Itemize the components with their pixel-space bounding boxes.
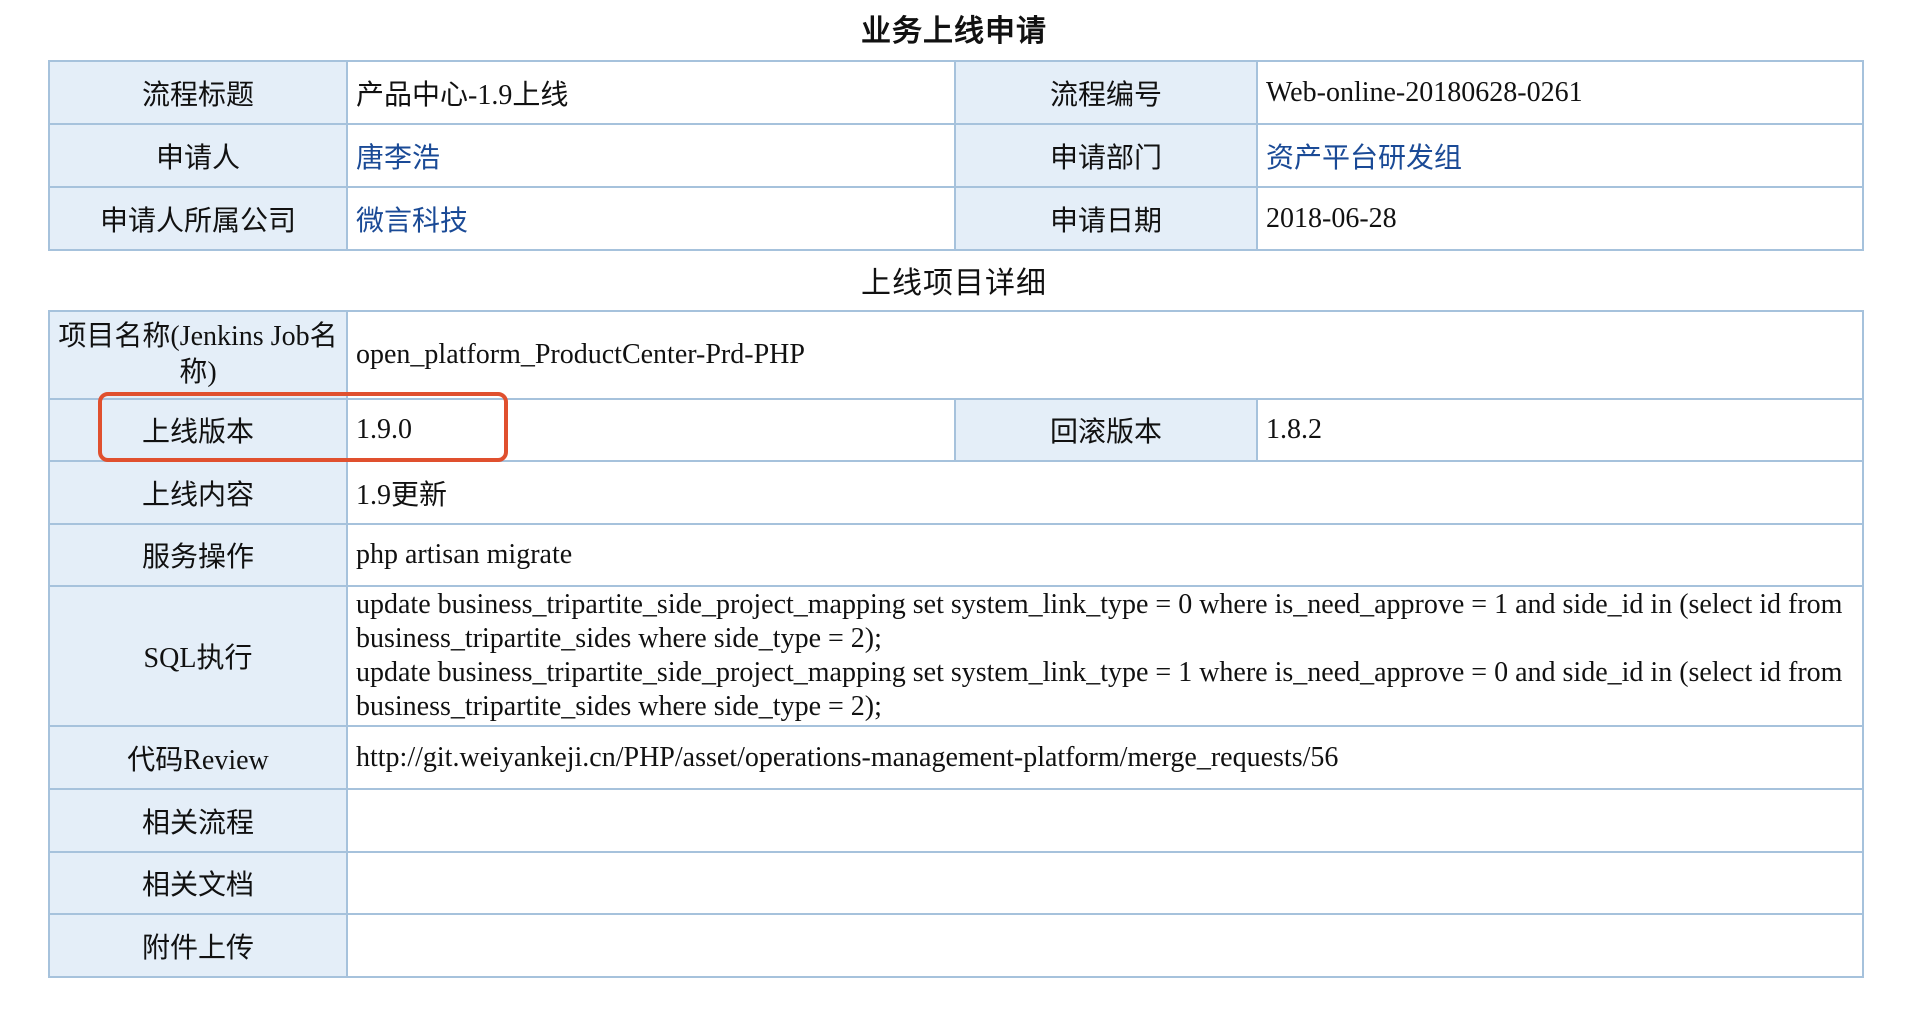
- company-link[interactable]: 微言科技: [356, 206, 468, 237]
- attachments-label: 附件上传: [48, 913, 348, 978]
- sql-label: SQL执行: [48, 585, 348, 727]
- project-name-label: 项目名称(Jenkins Job名称): [48, 310, 348, 400]
- release-version-value: 1.9.0: [346, 398, 956, 462]
- basic-info-table: 流程标题 产品中心-1.9上线 流程编号 Web-online-20180628…: [48, 60, 1864, 251]
- table-row: 相关流程: [48, 788, 1865, 853]
- process-title-value: 产品中心-1.9上线: [346, 60, 956, 125]
- table-row: 项目名称(Jenkins Job名称) open_platform_Produc…: [48, 310, 1865, 400]
- attachments-value: [345, 913, 1865, 978]
- process-number-value: Web-online-20180628-0261: [1256, 60, 1864, 125]
- table-row: 代码Review http://git.weiyankeji.cn/PHP/as…: [48, 725, 1865, 790]
- table-row: 服务操作 php artisan migrate: [48, 523, 1865, 587]
- project-details-table: 项目名称(Jenkins Job名称) open_platform_Produc…: [48, 310, 1865, 978]
- code-review-value[interactable]: http://git.weiyankeji.cn/PHP/asset/opera…: [345, 725, 1865, 790]
- table-row: SQL执行 update business_tripartite_side_pr…: [48, 585, 1865, 727]
- company-label: 申请人所属公司: [48, 186, 348, 251]
- sql-value: update business_tripartite_side_project_…: [345, 585, 1865, 727]
- details-title: 上线项目详细: [861, 267, 1047, 300]
- process-title-label: 流程标题: [48, 60, 348, 125]
- service-operation-value: php artisan migrate: [345, 523, 1865, 587]
- applicant-label: 申请人: [48, 123, 348, 188]
- form-title: 业务上线申请: [861, 15, 1047, 48]
- code-review-label: 代码Review: [48, 725, 348, 790]
- sql-line: update business_tripartite_side_project_…: [356, 657, 1843, 722]
- related-process-label: 相关流程: [48, 788, 348, 853]
- department-label: 申请部门: [954, 123, 1258, 188]
- table-row: 上线内容 1.9更新: [48, 460, 1865, 525]
- table-row: 附件上传: [48, 913, 1865, 978]
- release-version-label: 上线版本: [48, 398, 348, 462]
- related-docs-value: [345, 851, 1865, 915]
- rollback-version-label: 回滚版本: [954, 398, 1258, 462]
- release-content-label: 上线内容: [48, 460, 348, 525]
- apply-date-label: 申请日期: [954, 186, 1258, 251]
- online-request-form: 业务上线申请 流程标题 产品中心-1.9上线 流程编号 Web-online-2…: [0, 0, 1908, 1010]
- related-process-value: [345, 788, 1865, 853]
- related-docs-label: 相关文档: [48, 851, 348, 915]
- process-number-label: 流程编号: [954, 60, 1258, 125]
- table-row: 相关文档: [48, 851, 1865, 915]
- service-operation-label: 服务操作: [48, 523, 348, 587]
- apply-date-value: 2018-06-28: [1256, 186, 1864, 251]
- sql-line: update business_tripartite_side_project_…: [356, 589, 1843, 654]
- department-link[interactable]: 资产平台研发组: [1266, 143, 1462, 174]
- rollback-version-value: 1.8.2: [1255, 398, 1865, 462]
- table-row: 上线版本 1.9.0 回滚版本 1.8.2: [48, 398, 1865, 462]
- table-row: 流程标题 产品中心-1.9上线 流程编号 Web-online-20180628…: [48, 60, 1864, 125]
- table-row: 申请人所属公司 微言科技 申请日期 2018-06-28: [48, 186, 1864, 251]
- applicant-link[interactable]: 唐李浩: [356, 143, 440, 174]
- table-row: 申请人 唐李浩 申请部门 资产平台研发组: [48, 123, 1864, 188]
- release-content-value: 1.9更新: [345, 460, 1865, 525]
- project-name-value: open_platform_ProductCenter-Prd-PHP: [345, 310, 1865, 400]
